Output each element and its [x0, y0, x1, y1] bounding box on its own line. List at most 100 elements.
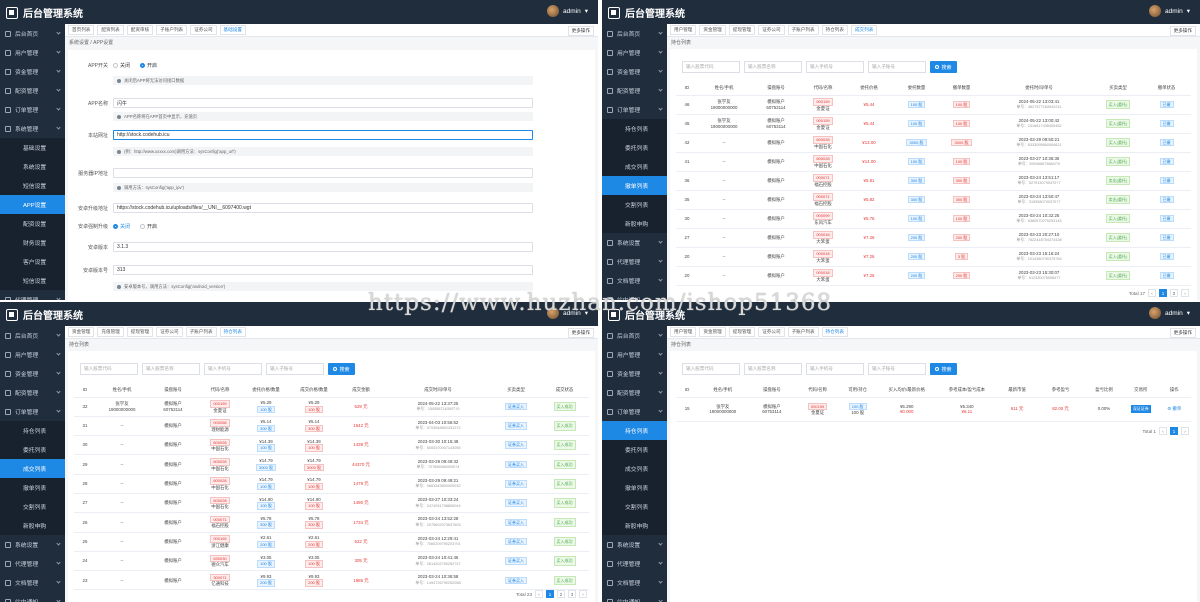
search-input[interactable]: 输入子账号 [868, 363, 926, 375]
tab[interactable]: 持仓列表 [219, 327, 246, 337]
table-row[interactable]: 15 张学友 19000000000 模拟账户 60753114 000159 金夏证 100… [676, 397, 1191, 422]
table-row[interactable]: 24 -- 模拟账户 630030 德众汽车 ¥3.05 100 股 ¥3.05 100 股 30… [74, 551, 589, 572]
more-actions-button[interactable]: 更多操作 [567, 26, 594, 36]
search-input[interactable]: 输入手机号 [204, 363, 262, 375]
tab[interactable]: 证券公司 [190, 25, 217, 35]
sidebar-item[interactable]: 后台首页 [0, 326, 65, 345]
tab[interactable]: 证券公司 [758, 327, 785, 337]
table-row[interactable]: 41 -- 模拟账户 600028 中国石化 ¥14.00 100 股 100 股 2023-0… [676, 152, 1191, 172]
page-button[interactable]: 2 [1170, 289, 1178, 297]
sidebar-item[interactable]: 后台首页 [0, 24, 65, 43]
sidebar-item[interactable]: 订单管理 [0, 100, 65, 119]
sidebar-item[interactable]: 财务设置 [0, 233, 65, 252]
sidebar-item[interactable]: 系统设置 [0, 535, 65, 554]
user-menu[interactable]: admin ▾ [1149, 307, 1190, 319]
app-switch-off-radio[interactable]: 关闭 [113, 62, 130, 69]
sidebar-item[interactable]: 持仓列表 [602, 421, 667, 440]
sidebar-item[interactable]: 系统设置 [602, 535, 667, 554]
table-row[interactable]: 30 -- 模拟账户 600028 中国石化 ¥14.39 100 股 ¥14.39 100 股… [74, 435, 589, 456]
search-input[interactable]: 输入子账号 [266, 363, 324, 375]
sidebar-item[interactable]: 用户管理 [602, 345, 667, 364]
tab[interactable]: 提现管理 [728, 327, 756, 337]
sidebar-item[interactable]: 成交列表 [0, 459, 65, 478]
tab[interactable]: 提现管理 [728, 25, 756, 35]
sidebar-item[interactable]: 后台首页 [602, 24, 667, 43]
table-row[interactable]: 29 -- 模拟账户 600028 中国石化 ¥14.79 3000 股 ¥14.79 3000… [74, 454, 589, 475]
sidebar-item[interactable]: 委托列表 [602, 440, 667, 459]
search-input[interactable]: 输入股票名称 [142, 363, 200, 375]
more-actions-button[interactable]: 更多操作 [567, 328, 594, 338]
sidebar-item[interactable]: 撤单列表 [0, 478, 65, 497]
sidebar-item[interactable]: 站内通知 [0, 592, 65, 602]
sidebar-item[interactable]: 配资管理 [0, 383, 65, 402]
sidebar-item[interactable]: 代理管理 [0, 290, 65, 300]
tab[interactable]: 首页列表 [68, 25, 95, 35]
search-input[interactable]: 输入股票代码 [80, 363, 138, 375]
sidebar-item[interactable]: 配资管理 [0, 81, 65, 100]
sidebar-item[interactable]: 文档管理 [602, 573, 667, 592]
sidebar-item[interactable]: 订单管理 [0, 402, 65, 421]
sidebar-item[interactable]: 新股申购 [0, 516, 65, 535]
android-version-input[interactable]: 3.1.3 [113, 242, 533, 252]
sidebar-item[interactable]: 基础设置 [0, 138, 65, 157]
table-row[interactable]: 45 张学友 19000000000 模拟账户 60753114 000159 金夏证 ¥5.… [676, 114, 1191, 134]
tab[interactable]: 持仓列表 [821, 327, 848, 337]
tab[interactable]: 子账户列表 [787, 25, 819, 35]
sidebar-item[interactable]: 后台首页 [602, 326, 667, 345]
tab[interactable]: 子账户列表 [787, 327, 819, 337]
android-force-on-radio[interactable]: 开启 [140, 223, 157, 230]
search-input[interactable]: 输入子账号 [868, 61, 926, 73]
sidebar-item[interactable]: 文档管理 [602, 271, 667, 290]
sidebar-item[interactable]: 代理管理 [0, 554, 65, 573]
sidebar-item[interactable]: APP设置 [0, 195, 65, 214]
user-menu[interactable]: admin ▾ [1149, 5, 1190, 17]
sidebar-item[interactable]: 交割列表 [602, 497, 667, 516]
android-code-input[interactable]: 313 [113, 265, 533, 275]
table-row[interactable]: 25 -- 模拟账户 000165 浙江健康 ¥2.61 200 股 ¥2.61 200 股 52… [74, 532, 589, 552]
tab[interactable]: 资金管理 [68, 327, 95, 337]
next-page-button[interactable]: › [1181, 289, 1189, 297]
sidebar-item[interactable]: 成交列表 [602, 459, 667, 478]
sidebar-item[interactable]: 委托列表 [602, 138, 667, 157]
sidebar-item[interactable]: 配资设置 [0, 214, 65, 233]
tab[interactable]: 子账户列表 [156, 25, 188, 35]
server-ip-input[interactable] [113, 168, 533, 178]
sidebar-item[interactable]: 用户管理 [602, 43, 667, 62]
table-row[interactable]: 35 -- 模拟账户 000071 福石控股 ¥5.82 300 股 300 股 2023-03… [676, 190, 1191, 210]
sidebar-item[interactable]: 订单管理 [602, 402, 667, 421]
user-menu[interactable]: admin ▾ [547, 5, 588, 17]
tab[interactable]: 充值管理 [97, 327, 124, 337]
tab[interactable]: 持仓列表 [821, 25, 848, 35]
table-row[interactable]: 42 -- 模拟账户 600028 中国石化 ¥13.00 3000 股 3000 股 2023… [676, 133, 1191, 153]
sidebar-item[interactable]: 客户设置 [0, 252, 65, 271]
table-row[interactable]: 20 -- 模拟账户 000018 大笨蛋 ¥7.26 200 股 3 股 2023-03-23… [676, 247, 1191, 267]
sidebar-item[interactable]: 撤单列表 [602, 478, 667, 497]
sidebar-item[interactable]: 配资管理 [602, 81, 667, 100]
sidebar-item[interactable]: 委托列表 [0, 440, 65, 459]
table-row[interactable]: 27 -- 模拟账户 000018 大笨蛋 ¥7.26 200 股 200 股 2023-03-… [676, 228, 1191, 248]
search-input[interactable]: 输入股票代码 [682, 61, 740, 73]
tab[interactable]: 证券公司 [758, 25, 785, 35]
page-button[interactable]: 2 [557, 590, 565, 598]
prev-page-button[interactable]: ‹ [535, 590, 543, 598]
table-row[interactable]: 28 -- 模拟账户 600028 中国石化 ¥14.79 100 股 ¥14.79 100 股… [74, 474, 589, 494]
page-button[interactable]: 1 [1159, 289, 1167, 297]
page-button[interactable]: 1 [1170, 427, 1178, 435]
tab[interactable]: 配资审核 [126, 25, 154, 35]
sidebar-item[interactable]: 代理管理 [602, 554, 667, 573]
tab[interactable]: 基础设置 [219, 25, 246, 35]
sidebar-item[interactable]: 新股申购 [602, 516, 667, 535]
sidebar-item[interactable]: 撤单列表 [602, 176, 667, 195]
sidebar-item[interactable]: 资金管理 [602, 62, 667, 81]
sidebar-item[interactable]: 文档管理 [0, 573, 65, 592]
sidebar-item[interactable]: 交割列表 [602, 195, 667, 214]
sidebar-item[interactable]: 代理管理 [602, 252, 667, 271]
sidebar-item[interactable]: 交割列表 [0, 497, 65, 516]
sidebar-item[interactable]: 用户管理 [0, 345, 65, 364]
more-actions-button[interactable]: 更多操作 [1169, 328, 1196, 338]
cancel-order-link[interactable]: ⚙ 撤单 [1167, 406, 1181, 411]
search-input[interactable]: 输入股票名称 [744, 363, 802, 375]
search-button[interactable]: 搜索 [930, 363, 957, 375]
table-row[interactable]: 30 -- 模拟账户 000099 东风汽车 ¥5.76 100 股 100 股 2023-03… [676, 209, 1191, 229]
table-row[interactable]: 46 张学友 19000000000 模拟账户 60753114 000159 金夏证 ¥5.… [676, 95, 1191, 115]
